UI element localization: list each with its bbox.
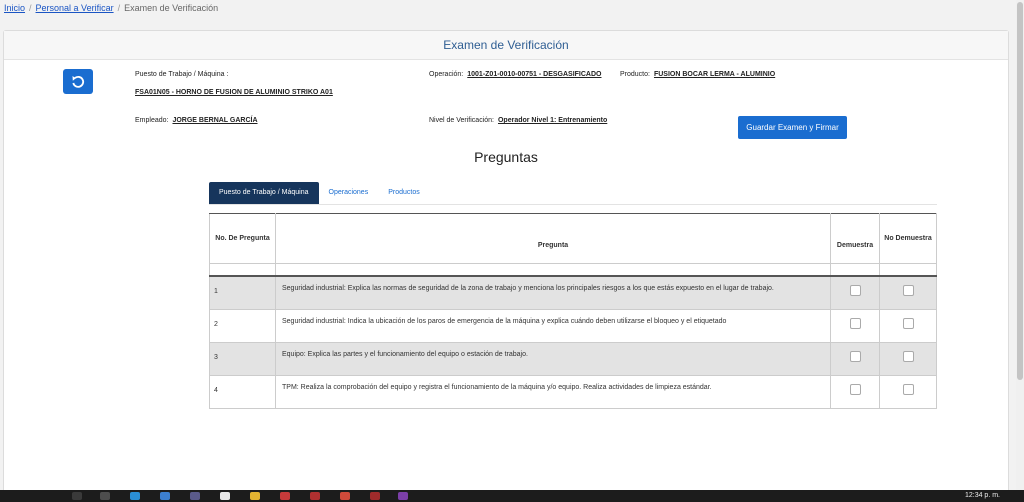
acrobat-icon[interactable] [310,492,320,500]
app-icon[interactable] [280,492,290,500]
outlook-icon[interactable] [160,492,170,500]
puesto-value: FSA01N05 - HORNO DE FUSION DE ALUMINIO S… [135,89,333,96]
no-demuestra-cell [879,342,937,376]
producto-info: Producto: FUSION BOCAR LERMA - ALUMINIO [620,71,775,78]
header-spacer [209,263,937,277]
nivel-info: Nivel de Verificación: Operador Nivel 1: … [429,117,607,124]
questions-table: No. De Pregunta Pregunta Demuestra No De… [209,213,937,409]
onenote-icon[interactable] [398,492,408,500]
save-and-sign-button[interactable]: Guardar Examen y Firmar [738,116,847,139]
taskbar: 12:34 p. m. [0,490,1024,502]
row-number: 1 [209,275,276,310]
operacion-value: 1001-Z01-0010-00751 - DESGASIFICADO [467,71,602,78]
breadcrumb-home-link[interactable]: Inicio [4,3,25,13]
no-demuestra-cell [879,275,937,310]
row-question: TPM: Realiza la comprobación del equipo … [275,375,831,409]
exam-card: Examen de Verificación Puesto de Trabajo… [3,30,1009,496]
header-number: No. De Pregunta [209,213,276,264]
tab-operaciones[interactable]: Operaciones [319,182,379,204]
undo-icon [72,75,85,88]
table-row: 2 Seguridad industrial: Indica la ubicac… [209,309,937,343]
row-question: Seguridad industrial: Explica las normas… [275,275,831,310]
start-icon[interactable] [72,492,82,500]
row-number: 2 [209,309,276,343]
header-demuestra: Demuestra [830,213,880,264]
tab-productos[interactable]: Productos [378,182,430,204]
breadcrumb: Inicio / Personal a Verificar / Examen de Ve… [0,0,1024,18]
row-number: 4 [209,375,276,409]
empleado-value: JORGE BERNAL GARCÍA [172,117,258,124]
chrome-icon[interactable] [340,492,350,500]
page-scrollbar[interactable] [1016,0,1024,490]
back-button[interactable] [63,69,93,94]
demuestra-cell [830,375,880,409]
table-row: 4 TPM: Realiza la comprobación del equip… [209,375,937,409]
row-number: 3 [209,342,276,376]
table-row: 3 Equipo: Explica las partes y el funcio… [209,342,937,376]
header-no-demuestra: No Demuestra [879,213,937,264]
store-icon[interactable] [220,492,230,500]
demuestra-checkbox[interactable] [849,384,861,395]
breadcrumb-current: Examen de Verificación [124,3,219,13]
no-demuestra-cell [879,375,937,409]
tab-puesto[interactable]: Puesto de Trabajo / Máquina [209,182,319,204]
no-demuestra-checkbox[interactable] [902,285,914,296]
page-title: Examen de Verificación [4,31,1008,60]
breadcrumb-separator: / [117,3,121,13]
demuestra-cell [830,275,880,310]
nivel-value: Operador Nivel 1: Entrenamiento [497,117,608,124]
empleado-info: Empleado: JORGE BERNAL GARCÍA [135,117,258,124]
scrollbar-thumb[interactable] [1017,2,1023,380]
taskbar-clock: 12:34 p. m. [964,492,1000,499]
no-demuestra-checkbox[interactable] [902,318,914,329]
empleado-label: Empleado: [135,117,169,124]
demuestra-checkbox[interactable] [849,351,861,362]
demuestra-cell [830,342,880,376]
edge-icon[interactable] [130,492,140,500]
breadcrumb-separator: / [29,3,32,13]
row-question: Equipo: Explica las partes y el funciona… [275,342,831,376]
section-title: Preguntas [474,149,538,165]
table-row: 1 Seguridad industrial: Explica las norm… [209,275,937,310]
teams-icon[interactable] [190,492,200,500]
demuestra-cell [830,309,880,343]
breadcrumb-personal-link[interactable]: Personal a Verificar [36,3,114,13]
operacion-info: Operación: 1001-Z01-0010-00751 - DESGASIF… [429,71,601,78]
no-demuestra-checkbox[interactable] [902,351,914,362]
demuestra-checkbox[interactable] [849,318,861,329]
search-icon[interactable] [100,492,110,500]
row-question: Seguridad industrial: Indica la ubicació… [275,309,831,343]
header-question: Pregunta [275,213,831,264]
no-demuestra-cell [879,309,937,343]
nivel-label: Nivel de Verificación: [429,117,494,124]
demuestra-checkbox[interactable] [849,285,861,296]
folder-icon[interactable] [250,492,260,500]
no-demuestra-checkbox[interactable] [902,384,914,395]
producto-label: Producto: [620,71,650,78]
puesto-label: Puesto de Trabajo / Máquina : [135,71,229,78]
operacion-label: Operación: [429,71,464,78]
tab-bar: Puesto de Trabajo / Máquina Operaciones … [209,182,937,205]
tool-icon[interactable] [370,492,380,500]
producto-value: FUSION BOCAR LERMA - ALUMINIO [653,71,776,78]
